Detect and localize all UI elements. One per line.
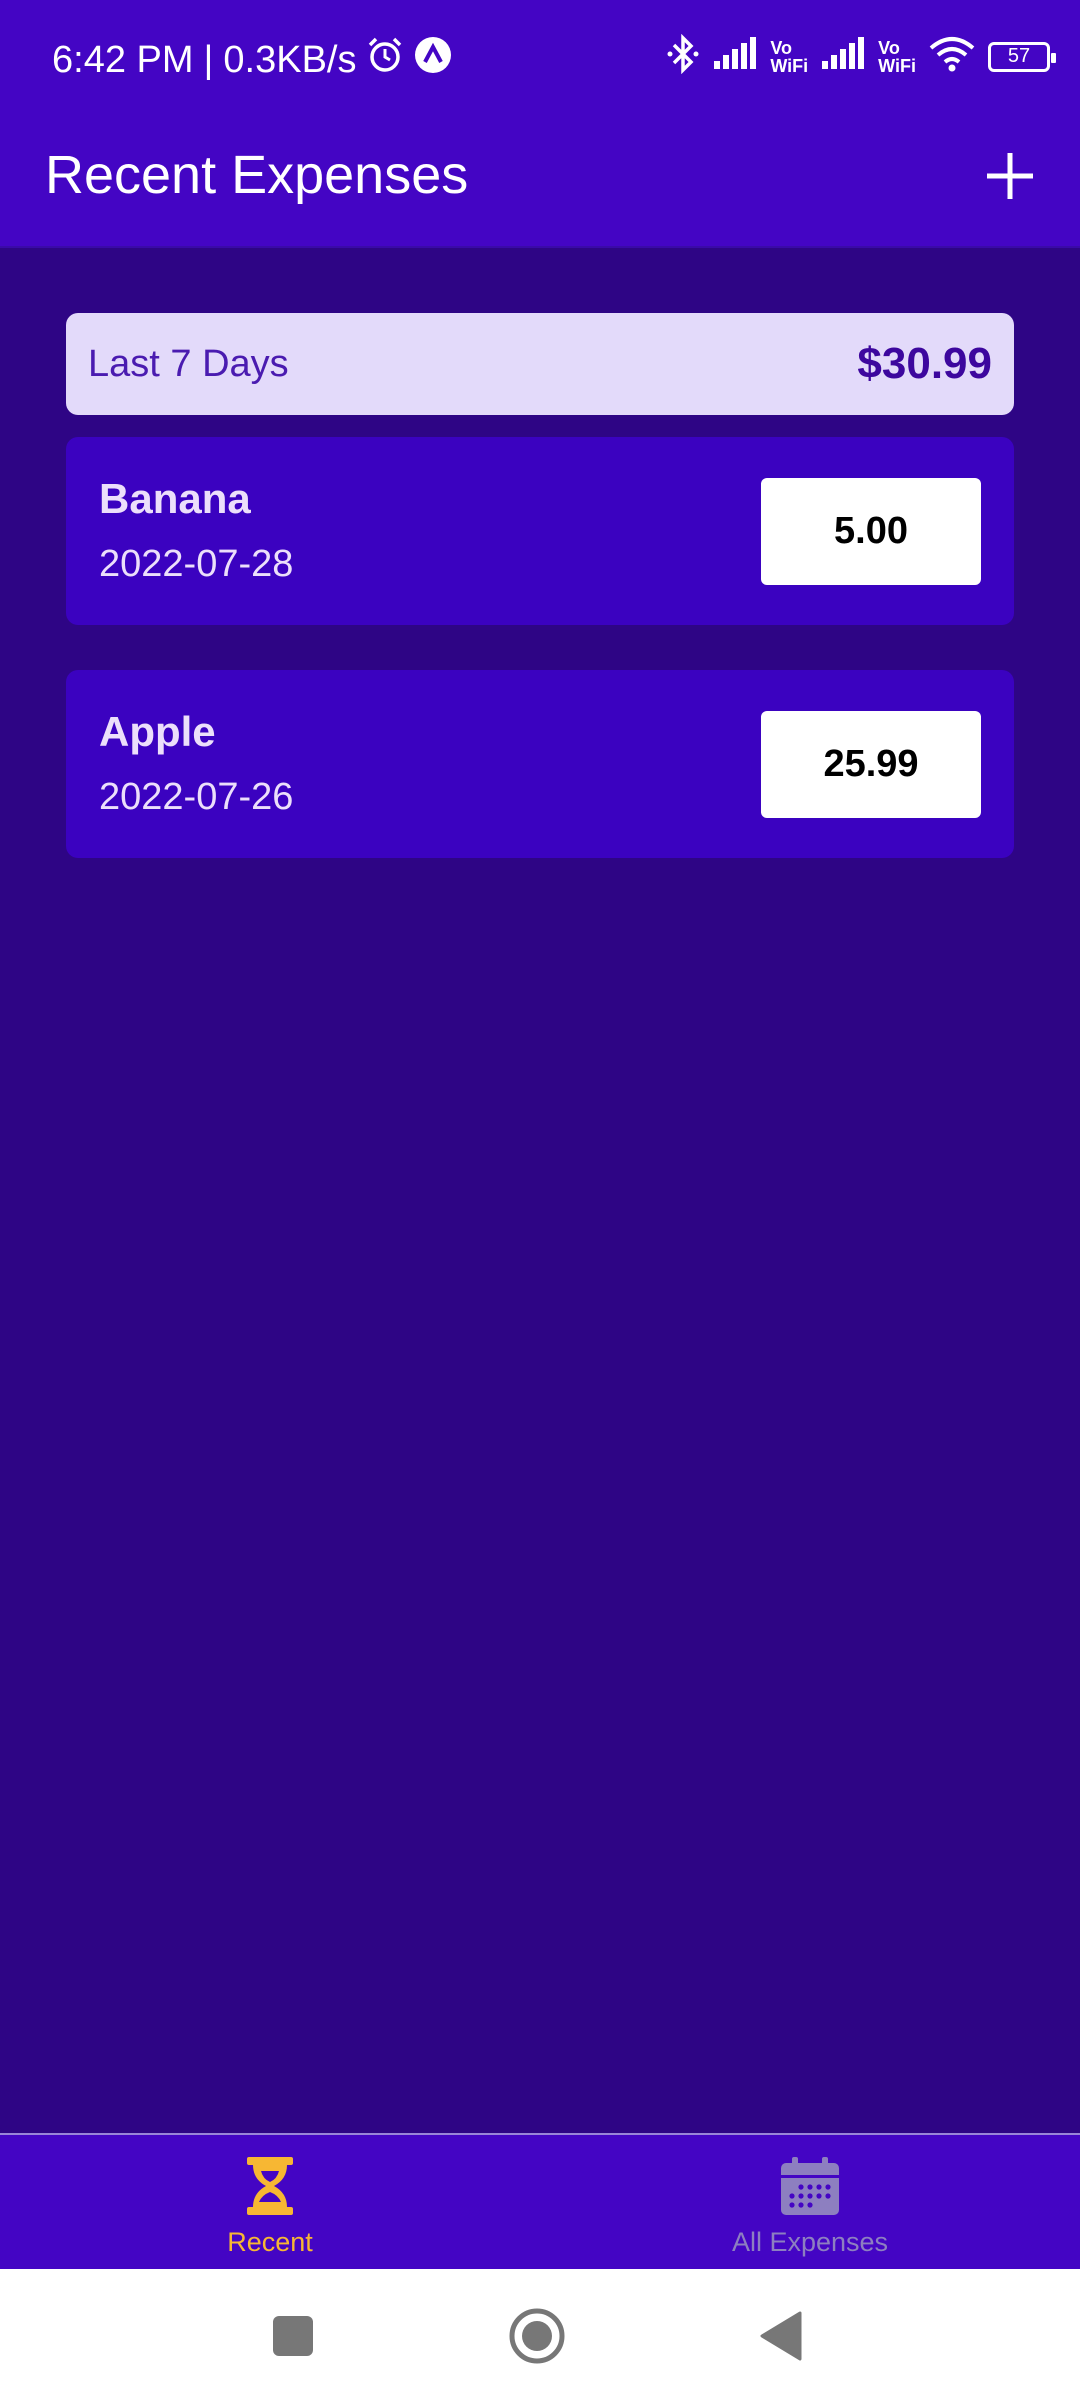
- expense-amount: 25.99: [761, 711, 981, 818]
- expense-date: 2022-07-26: [99, 776, 294, 818]
- expenses-summary: Last 7 Days $30.99: [66, 313, 1014, 415]
- status-separator: |: [203, 38, 214, 81]
- status-left: 6:42 PM | 0.3KB/s: [52, 36, 452, 84]
- app-bar: Recent Expenses: [0, 122, 1080, 248]
- battery-level: 57: [1007, 45, 1031, 67]
- battery-icon: 57: [988, 41, 1056, 72]
- vowifi-text-bottom: WiFi: [770, 55, 809, 76]
- app-notification-icon: [414, 36, 452, 84]
- tab-label: Recent: [227, 2227, 313, 2257]
- expense-name: Apple: [99, 708, 216, 755]
- calendar-icon: [779, 2153, 841, 2219]
- summary-period-label: Last 7 Days: [88, 342, 289, 385]
- status-net-speed: 0.3KB/s: [223, 38, 357, 81]
- vowifi-indicator: Vo WiFi: [770, 39, 808, 75]
- back-triangle-icon: [760, 2311, 802, 2361]
- add-expense-button[interactable]: [970, 136, 1050, 216]
- bluetooth-icon: [666, 33, 700, 79]
- wifi-icon: [928, 36, 976, 77]
- back-button[interactable]: [746, 2301, 816, 2371]
- vowifi-text-bottom: WiFi: [878, 55, 916, 76]
- signal-icon: [712, 37, 758, 76]
- square-icon: [273, 2316, 313, 2356]
- bottom-tab-bar: Recent All Expenses: [0, 2133, 1080, 2269]
- tab-label: All Expenses: [731, 2227, 889, 2257]
- alarm-icon: [366, 36, 404, 84]
- expense-item[interactable]: Apple 2022-07-26 25.99: [66, 670, 1014, 858]
- tab-all-expenses[interactable]: All Expenses: [540, 2135, 1080, 2269]
- vowifi-text-top: Vo: [878, 37, 900, 58]
- expense-date: 2022-07-28: [99, 543, 294, 585]
- recent-apps-button[interactable]: [258, 2301, 328, 2371]
- tab-recent[interactable]: Recent: [0, 2135, 540, 2269]
- home-circle-icon: [509, 2308, 565, 2364]
- status-bar: 6:42 PM | 0.3KB/s Vo WiFi Vo WiFi 57: [0, 0, 1080, 122]
- vowifi-indicator: Vo WiFi: [878, 39, 916, 75]
- expense-name: Banana: [99, 475, 251, 522]
- signal-icon: [820, 37, 866, 76]
- status-time: 6:42 PM: [52, 38, 194, 81]
- summary-total: $30.99: [857, 339, 992, 388]
- hourglass-icon: [245, 2153, 295, 2219]
- expense-item[interactable]: Banana 2022-07-28 5.00: [66, 437, 1014, 625]
- system-nav-bar: [0, 2269, 1080, 2400]
- home-button[interactable]: [502, 2301, 572, 2371]
- plus-icon: [987, 153, 1033, 199]
- page-title: Recent Expenses: [45, 145, 469, 205]
- expense-amount: 5.00: [761, 478, 981, 585]
- vowifi-text-top: Vo: [770, 37, 793, 58]
- status-right: Vo WiFi Vo WiFi 57: [666, 33, 1056, 79]
